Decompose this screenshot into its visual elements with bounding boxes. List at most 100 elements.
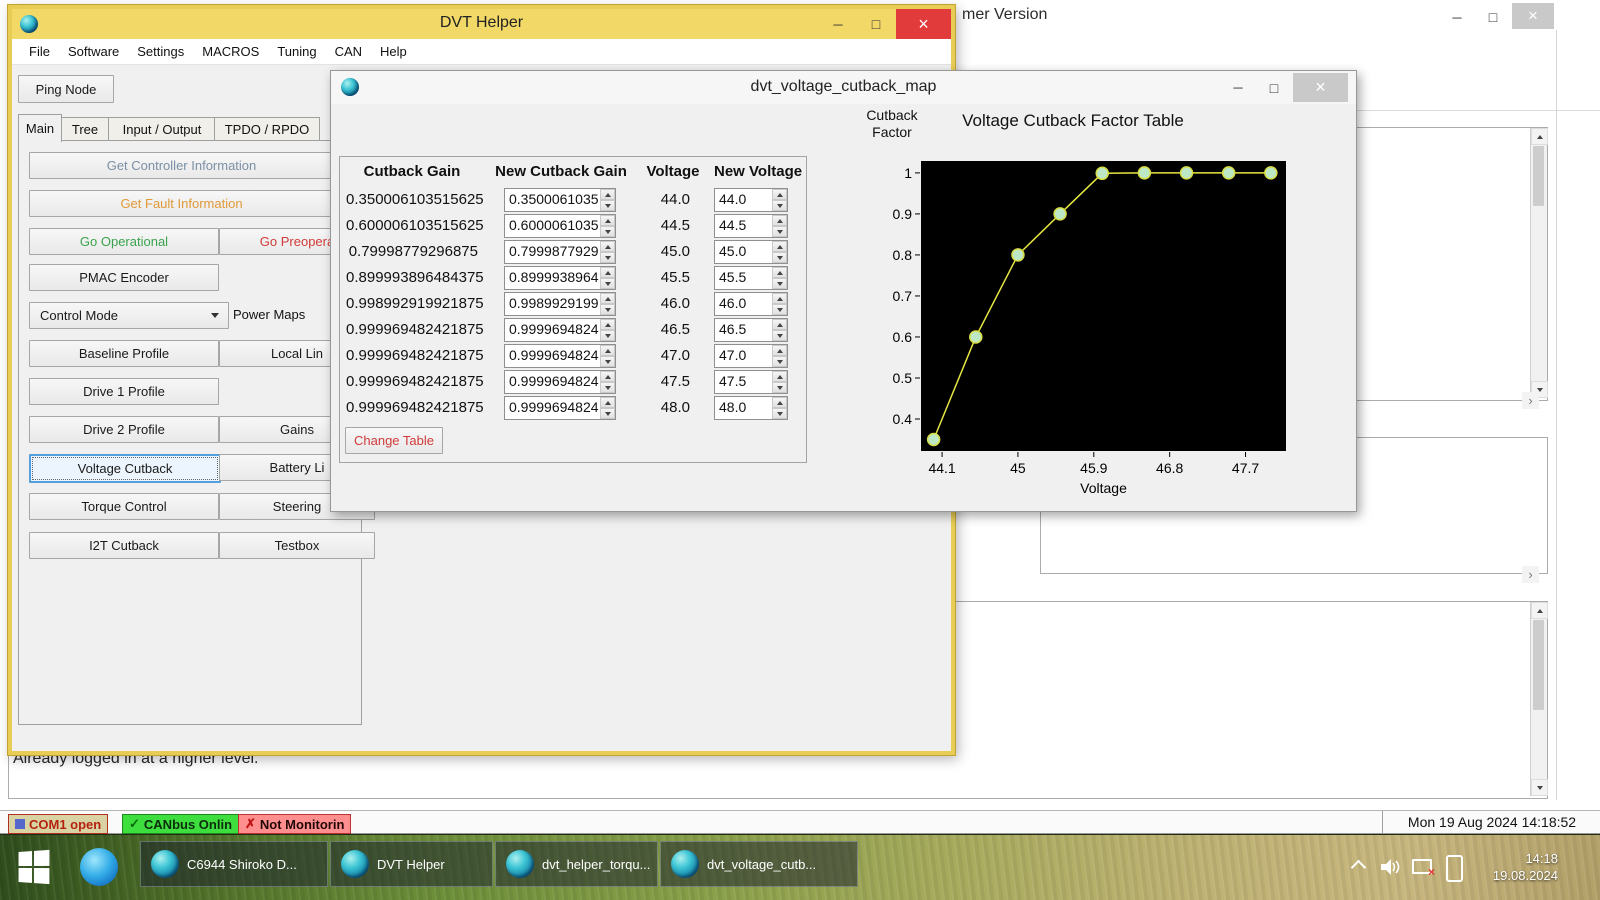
new-voltage-input[interactable]: 44.5: [715, 215, 772, 237]
new-voltage-input[interactable]: 47.0: [715, 345, 772, 367]
new-cutback-gain-input[interactable]: 0.9999694824: [505, 319, 600, 341]
panel-top-scrollbar[interactable]: [1530, 128, 1547, 398]
spin-down-button[interactable]: [772, 382, 787, 393]
background-minimize-button[interactable]: ─: [1440, 5, 1474, 29]
spin-up-button[interactable]: [772, 189, 787, 200]
spin-down-button[interactable]: [772, 408, 787, 419]
dialog-minimize-button[interactable]: ─: [1221, 76, 1255, 99]
i2t-cutback-button[interactable]: I2T Cutback: [29, 532, 219, 559]
spin-up-button[interactable]: [772, 267, 787, 278]
new-cutback-gain-input[interactable]: 0.9999694824: [505, 345, 600, 367]
close-button[interactable]: ×: [896, 9, 951, 39]
change-table-button[interactable]: Change Table: [345, 427, 443, 454]
spin-up-button[interactable]: [772, 319, 787, 330]
spin-down-button[interactable]: [772, 252, 787, 263]
new-cutback-gain-input[interactable]: 0.9999694824: [505, 371, 600, 393]
spin-down-button[interactable]: [600, 356, 615, 367]
spin-up-button[interactable]: [772, 371, 787, 382]
ping-node-button[interactable]: Ping Node: [18, 75, 114, 103]
tab-input-output[interactable]: Input / Output: [108, 117, 216, 142]
maximize-button[interactable]: □: [858, 12, 894, 36]
scroll-down-arrow[interactable]: [1531, 779, 1548, 796]
spin-up-button[interactable]: [772, 293, 787, 304]
taskbar-item-dvt-helper[interactable]: DVT Helper: [330, 841, 493, 887]
dialog-maximize-button[interactable]: □: [1257, 76, 1291, 99]
spin-down-button[interactable]: [600, 304, 615, 315]
spin-down-button[interactable]: [600, 252, 615, 263]
scroll-thumb[interactable]: [1533, 620, 1544, 710]
new-voltage-input[interactable]: 45.5: [715, 267, 772, 289]
scroll-thumb[interactable]: [1533, 146, 1544, 206]
spin-up-button[interactable]: [600, 293, 615, 304]
network-error-icon[interactable]: ×: [1412, 859, 1432, 875]
minimize-button[interactable]: ─: [820, 12, 856, 36]
spin-up-button[interactable]: [600, 319, 615, 330]
device-icon[interactable]: [1446, 855, 1463, 882]
spin-up-button[interactable]: [772, 241, 787, 252]
spin-down-button[interactable]: [600, 382, 615, 393]
spin-up-button[interactable]: [600, 215, 615, 226]
spin-up-button[interactable]: [600, 241, 615, 252]
start-button[interactable]: [10, 847, 56, 887]
baseline-profile-button[interactable]: Baseline Profile: [29, 340, 219, 367]
spin-down-button[interactable]: [772, 278, 787, 289]
menu-can[interactable]: CAN: [326, 39, 371, 65]
tab-main[interactable]: Main: [18, 114, 62, 142]
get-fault-information-button[interactable]: Get Fault Information: [29, 190, 334, 217]
new-cutback-gain-input[interactable]: 0.3500061035: [505, 189, 600, 211]
spin-down-button[interactable]: [772, 356, 787, 367]
new-voltage-input[interactable]: 48.0: [715, 397, 772, 419]
testbox-button[interactable]: Testbox: [219, 532, 375, 559]
new-cutback-gain-input[interactable]: 0.6000061035: [505, 215, 600, 237]
spin-down-button[interactable]: [772, 304, 787, 315]
dvt-helper-titlebar[interactable]: DVT Helper ─ □ ×: [12, 9, 951, 39]
spin-up-button[interactable]: [600, 345, 615, 356]
taskbar-item-c6944[interactable]: C6944 Shiroko D...: [140, 841, 328, 887]
spin-up-button[interactable]: [600, 371, 615, 382]
spin-down-button[interactable]: [600, 330, 615, 341]
new-cutback-gain-input[interactable]: 0.9989929199: [505, 293, 600, 315]
spin-up-button[interactable]: [600, 397, 615, 408]
spin-down-button[interactable]: [772, 200, 787, 211]
drive-1-profile-button[interactable]: Drive 1 Profile: [29, 378, 219, 405]
spin-up-button[interactable]: [600, 267, 615, 278]
new-cutback-gain-input[interactable]: 0.8999938964: [505, 267, 600, 289]
spin-down-button[interactable]: [600, 226, 615, 237]
dialog-close-button[interactable]: ×: [1293, 73, 1348, 102]
panel-middle-expand-button[interactable]: ›: [1522, 566, 1539, 583]
new-voltage-input[interactable]: 46.0: [715, 293, 772, 315]
new-voltage-input[interactable]: 46.5: [715, 319, 772, 341]
taskbar-item-voltage-cutback[interactable]: dvt_voltage_cutb...: [660, 841, 858, 887]
new-voltage-input[interactable]: 44.0: [715, 189, 772, 211]
new-cutback-gain-input[interactable]: 0.9999694824: [505, 397, 600, 419]
spin-up-button[interactable]: [600, 189, 615, 200]
edge-browser-icon[interactable]: [80, 848, 118, 886]
menu-help[interactable]: Help: [371, 39, 416, 65]
background-maximize-button[interactable]: □: [1476, 5, 1510, 29]
drive-2-profile-button[interactable]: Drive 2 Profile: [29, 416, 219, 443]
new-cutback-gain-input[interactable]: 0.7999877929: [505, 241, 600, 263]
spin-up-button[interactable]: [772, 215, 787, 226]
log-scrollbar[interactable]: [1530, 602, 1547, 796]
tab-tpdo-rpdo[interactable]: TPDO / RPDO: [214, 117, 320, 142]
menu-software[interactable]: Software: [59, 39, 128, 65]
new-voltage-input[interactable]: 45.0: [715, 241, 772, 263]
new-voltage-input[interactable]: 47.5: [715, 371, 772, 393]
voltage-cutback-button[interactable]: Voltage Cutback: [29, 454, 221, 483]
spin-down-button[interactable]: [772, 330, 787, 341]
spin-down-button[interactable]: [600, 278, 615, 289]
spin-down-button[interactable]: [772, 226, 787, 237]
scroll-up-arrow[interactable]: [1531, 602, 1548, 619]
spin-up-button[interactable]: [772, 345, 787, 356]
spin-up-button[interactable]: [772, 397, 787, 408]
pmac-encoder-button[interactable]: PMAC Encoder: [29, 264, 219, 291]
panel-top-expand-button[interactable]: ›: [1522, 392, 1539, 409]
volume-icon[interactable]: [1380, 857, 1402, 882]
spin-down-button[interactable]: [600, 408, 615, 419]
control-mode-dropdown[interactable]: Control Mode: [29, 302, 229, 329]
spin-down-button[interactable]: [600, 200, 615, 211]
scroll-up-arrow[interactable]: [1531, 128, 1548, 145]
tray-clock[interactable]: 14:18 19.08.2024: [1478, 850, 1558, 884]
menu-file[interactable]: File: [20, 39, 59, 65]
menu-macros[interactable]: MACROS: [193, 39, 268, 65]
